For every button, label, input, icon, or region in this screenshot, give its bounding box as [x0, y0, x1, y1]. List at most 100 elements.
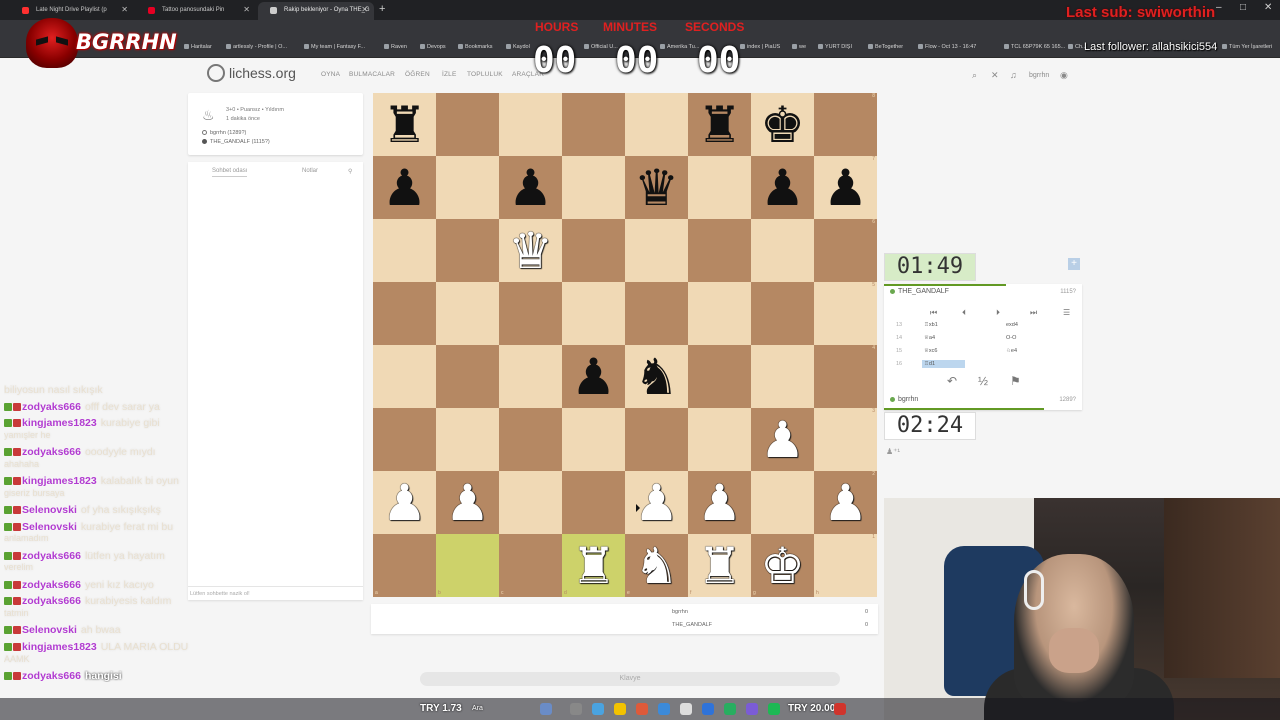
white-pawn-icon[interactable]: ♟ [823, 478, 868, 528]
store-icon[interactable] [680, 703, 692, 715]
square-a2[interactable]: ♟ [373, 471, 436, 534]
square-b1[interactable]: b [436, 534, 499, 597]
square-f8[interactable]: ♜ [688, 93, 751, 156]
square-e5[interactable] [625, 282, 688, 345]
new-tab-button[interactable]: + [379, 3, 385, 15]
bookmark[interactable]: YURT DIŞI [818, 44, 852, 50]
keyboard-input-toggle[interactable]: Klavye [420, 672, 840, 686]
square-e6[interactable] [625, 219, 688, 282]
square-h4[interactable]: 4 [814, 345, 877, 408]
avatar[interactable]: ◉ [1060, 70, 1068, 81]
square-d2[interactable] [562, 471, 625, 534]
square-h6[interactable]: 6 [814, 219, 877, 282]
black-player-link[interactable]: THE_GANDALF (1115?) [202, 139, 270, 145]
square-c2[interactable] [499, 471, 562, 534]
add-time-button[interactable]: + [1068, 258, 1080, 270]
square-d1[interactable]: ♜ d [562, 534, 625, 597]
chess-board[interactable]: ♜ ♜ ♚ 8 ♟ ♟ ♛ ♟ ♟ 7 ♛ 6 5 ♟ ♞ 4 ♟ 3 ♟ ♟ ♟ ♟ ♟ 2 a b c ♜ d ♞ e ♜ f ♚ g 1 h [373, 93, 877, 597]
bookmark[interactable]: Bookmarks [458, 44, 493, 50]
berserk-icon[interactable]: ♟⁺¹ [886, 447, 900, 456]
bookmark[interactable]: Devops [420, 44, 446, 50]
bookmark[interactable]: we [792, 44, 806, 50]
top-player-name[interactable]: THE_GANDALF [890, 288, 949, 295]
square-h7[interactable]: ♟ 7 [814, 156, 877, 219]
square-f4[interactable] [688, 345, 751, 408]
square-d4[interactable]: ♟ [562, 345, 625, 408]
black-pawn-icon[interactable]: ♟ [571, 352, 616, 402]
chrome-icon[interactable] [636, 703, 648, 715]
bookmark[interactable]: My team | Fantasy F... [304, 44, 365, 50]
close-icon[interactable]: ✕ [361, 2, 368, 18]
black-knight-icon[interactable]: ♞ [634, 352, 679, 402]
takeback-button[interactable]: ↶ [947, 374, 957, 388]
files-icon[interactable] [570, 703, 582, 715]
whatsapp-icon[interactable] [724, 703, 736, 715]
square-f3[interactable] [688, 408, 751, 471]
square-a1[interactable]: a [373, 534, 436, 597]
taskbar-search[interactable]: Ara [472, 705, 483, 712]
explorer-icon[interactable] [614, 703, 626, 715]
square-g8[interactable]: ♚ [751, 93, 814, 156]
edge-icon[interactable] [592, 703, 604, 715]
close-icon[interactable]: ✕ [243, 2, 250, 18]
square-h2[interactable]: ♟ 2 [814, 471, 877, 534]
nav-play[interactable]: OYNA [321, 71, 340, 78]
black-pawn-icon[interactable]: ♟ [382, 163, 427, 213]
square-f5[interactable] [688, 282, 751, 345]
steam-icon[interactable] [658, 703, 670, 715]
square-b2[interactable]: ♟ [436, 471, 499, 534]
square-c5[interactable] [499, 282, 562, 345]
bookmark-all[interactable]: Tüm Yer İşaretleri [1222, 44, 1272, 50]
square-f2[interactable]: ♟ [688, 471, 751, 534]
square-e8[interactable] [625, 93, 688, 156]
site-logo[interactable]: lichess.org [207, 64, 296, 82]
white-move[interactable]: ♕xc6 [924, 348, 938, 354]
close-icon[interactable]: ✕ [991, 70, 999, 81]
search-icon[interactable]: ⌕ [972, 70, 977, 81]
square-b3[interactable] [436, 408, 499, 471]
black-rook-icon[interactable]: ♜ [697, 100, 742, 150]
white-move[interactable]: ♕a4 [924, 335, 935, 341]
pin-icon[interactable]: ⚲ [348, 168, 352, 175]
last-move-icon[interactable]: ⏭ [1030, 308, 1037, 318]
bookmark[interactable]: TCL 65P79K 65 165... [1004, 44, 1065, 50]
white-pawn-icon[interactable]: ♟ [760, 415, 805, 465]
white-pawn-icon[interactable]: ♟ [382, 478, 427, 528]
square-a7[interactable]: ♟ [373, 156, 436, 219]
menu-icon[interactable]: ☰ [1063, 308, 1070, 317]
square-b6[interactable] [436, 219, 499, 282]
tab-notes[interactable]: Notlar [302, 168, 318, 174]
square-b4[interactable] [436, 345, 499, 408]
user-menu[interactable]: bgrrhn [1029, 72, 1049, 79]
square-f7[interactable] [688, 156, 751, 219]
white-pawn-icon[interactable]: ♟ [445, 478, 490, 528]
discord-icon[interactable] [746, 703, 758, 715]
square-c7[interactable]: ♟ [499, 156, 562, 219]
black-queen-icon[interactable]: ♛ [634, 163, 679, 213]
nav-watch[interactable]: İZLE [442, 71, 457, 78]
square-a5[interactable] [373, 282, 436, 345]
square-h1[interactable]: 1h [814, 534, 877, 597]
square-d7[interactable] [562, 156, 625, 219]
first-move-icon[interactable]: ⏮ [930, 308, 937, 318]
white-move[interactable]: ♖xb1 [924, 322, 938, 328]
square-c3[interactable] [499, 408, 562, 471]
weather-widget-left[interactable]: TRY 1.73 [420, 703, 462, 714]
white-pawn-icon[interactable]: ♟ [634, 478, 679, 528]
square-e4[interactable]: ♞ [625, 345, 688, 408]
offer-draw-button[interactable]: ½ [978, 374, 988, 388]
square-h8[interactable]: 8 [814, 93, 877, 156]
white-knight-icon[interactable]: ♞ [634, 541, 679, 591]
square-g2[interactable] [751, 471, 814, 534]
spotify-icon[interactable] [768, 703, 780, 715]
nav-learn[interactable]: ÖĞREN [405, 71, 430, 78]
bell-icon[interactable]: ♫ [1010, 70, 1017, 80]
white-queen-icon[interactable]: ♛ [508, 226, 553, 276]
bookmark[interactable]: BeTogether [868, 44, 903, 50]
black-move[interactable]: ♘e4 [1006, 348, 1017, 354]
taskview-icon[interactable] [540, 703, 552, 715]
bookmark[interactable]: Haritalar [184, 44, 212, 50]
square-g4[interactable] [751, 345, 814, 408]
square-d6[interactable] [562, 219, 625, 282]
nav-puzzles[interactable]: BULMACALAR [349, 71, 395, 78]
